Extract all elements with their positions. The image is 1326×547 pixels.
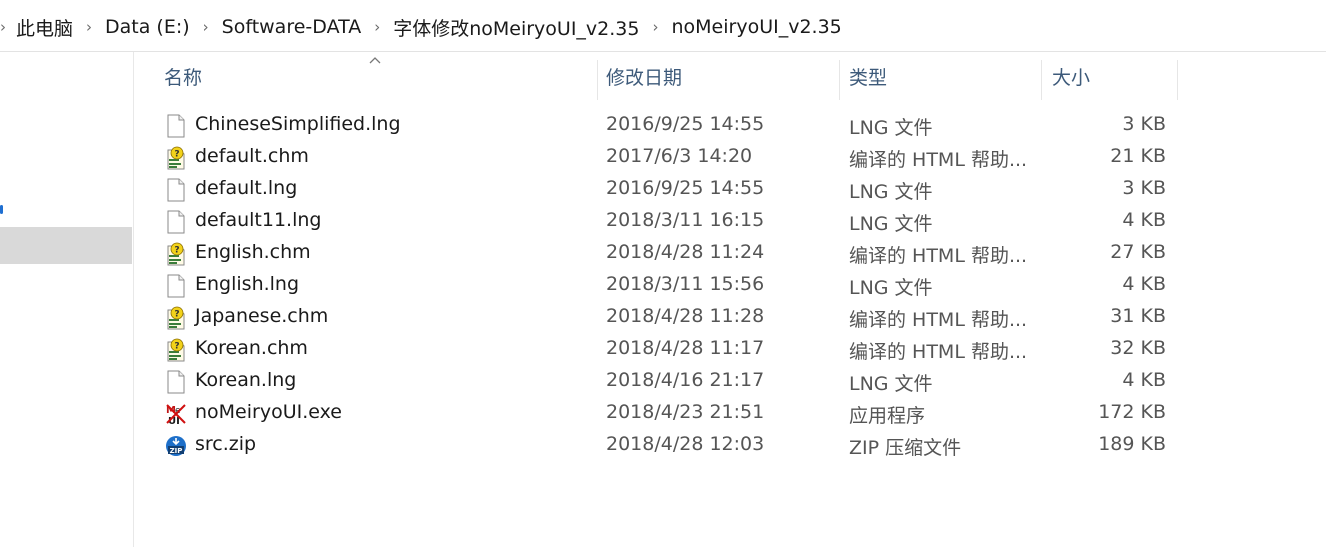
file-date-modified: 2018/4/23 21:51 xyxy=(606,401,765,423)
help-file-icon: ? xyxy=(165,146,187,170)
file-name[interactable]: default.chm xyxy=(195,145,309,167)
file-size: 31 KB xyxy=(1110,305,1166,327)
chevron-right-icon[interactable]: › xyxy=(642,18,670,36)
file-row[interactable]: default.lng 2016/9/25 14:55 LNG 文件 3 KB xyxy=(0,174,1326,206)
column-header-type[interactable]: 类型 xyxy=(849,52,1039,100)
address-bar: › 此电脑 › Data (E:) › Software-DATA › 字体修改… xyxy=(0,0,1326,52)
file-size: 32 KB xyxy=(1110,337,1166,359)
svg-text:?: ? xyxy=(174,342,179,352)
file-date-modified: 2018/3/11 16:15 xyxy=(606,209,765,231)
breadcrumb: › 此电脑 › Data (E:) › Software-DATA › 字体修改… xyxy=(0,14,844,40)
svg-text:ZIP: ZIP xyxy=(170,447,183,455)
file-type: LNG 文件 xyxy=(849,373,933,395)
column-header-name[interactable]: 名称 xyxy=(164,52,596,100)
column-divider[interactable] xyxy=(839,60,840,100)
file-row[interactable]: MeUI noMeiryoUI.exe 2018/4/23 21:51 应用程序 172… xyxy=(0,398,1326,430)
breadcrumb-item-parent-folder[interactable]: 字体修改noMeiryoUI_v2.35 xyxy=(391,14,641,41)
file-row[interactable]: ? Korean.chm 2018/4/28 11:17 编译的 HTML 帮助...… xyxy=(0,334,1326,366)
file-icon xyxy=(165,178,187,202)
column-divider[interactable] xyxy=(1177,60,1178,100)
file-name[interactable]: default.lng xyxy=(195,177,297,199)
chevron-right-icon[interactable]: › xyxy=(0,18,14,36)
help-file-icon: ? xyxy=(165,306,187,330)
svg-text:?: ? xyxy=(174,150,179,160)
file-type: 编译的 HTML 帮助... xyxy=(849,245,1028,267)
file-row[interactable]: default11.lng 2018/3/11 16:15 LNG 文件 4 KB xyxy=(0,206,1326,238)
file-name[interactable]: Japanese.chm xyxy=(195,305,328,327)
breadcrumb-item-drive[interactable]: Data (E:) xyxy=(103,16,192,38)
file-icon xyxy=(165,370,187,394)
file-size: 189 KB xyxy=(1098,433,1166,455)
file-list: ChineseSimplified.lng 2016/9/25 14:55 LNG … xyxy=(0,110,1326,462)
file-name[interactable]: English.chm xyxy=(195,241,311,263)
file-icon xyxy=(165,114,187,138)
file-row[interactable]: ? English.chm 2018/4/28 11:24 编译的 HTML 帮助..… xyxy=(0,238,1326,270)
file-date-modified: 2016/9/25 14:55 xyxy=(606,177,765,199)
file-icon xyxy=(165,274,187,298)
file-size: 3 KB xyxy=(1122,113,1166,135)
app-exe-icon: MeUI xyxy=(165,402,187,427)
zip-file-icon: ZIP xyxy=(165,434,187,458)
file-date-modified: 2018/4/28 11:17 xyxy=(606,337,765,359)
breadcrumb-item-this-pc[interactable]: 此电脑 xyxy=(14,14,75,41)
help-file-icon: ? xyxy=(165,242,187,266)
chevron-right-icon[interactable]: › xyxy=(75,18,103,36)
file-name[interactable]: English.lng xyxy=(195,273,299,295)
file-type: LNG 文件 xyxy=(849,117,933,139)
help-file-icon: ? xyxy=(165,338,187,362)
file-name[interactable]: noMeiryoUI.exe xyxy=(195,401,342,423)
file-date-modified: 2018/3/11 15:56 xyxy=(606,273,765,295)
svg-text:?: ? xyxy=(174,310,179,320)
file-row[interactable]: ZIP src.zip 2018/4/28 12:03 ZIP 压缩文件 189 KB xyxy=(0,430,1326,462)
breadcrumb-item-software-data[interactable]: Software-DATA xyxy=(220,16,364,38)
file-type: LNG 文件 xyxy=(849,181,933,203)
chevron-right-icon[interactable]: › xyxy=(363,18,391,36)
file-size: 21 KB xyxy=(1110,145,1166,167)
file-type: 应用程序 xyxy=(849,405,926,427)
file-type: 编译的 HTML 帮助... xyxy=(849,341,1028,363)
file-date-modified: 2018/4/16 21:17 xyxy=(606,369,765,391)
file-type: LNG 文件 xyxy=(849,277,933,299)
file-size: 172 KB xyxy=(1098,401,1166,423)
file-size: 27 KB xyxy=(1110,241,1166,263)
column-divider[interactable] xyxy=(597,60,598,100)
file-date-modified: 2016/9/25 14:55 xyxy=(606,113,765,135)
file-row[interactable]: Korean.lng 2018/4/16 21:17 LNG 文件 4 KB xyxy=(0,366,1326,398)
svg-text:?: ? xyxy=(174,246,179,256)
file-size: 4 KB xyxy=(1122,209,1166,231)
file-date-modified: 2018/4/28 12:03 xyxy=(606,433,765,455)
file-row[interactable]: ? default.chm 2017/6/3 14:20 编译的 HTML 帮助...… xyxy=(0,142,1326,174)
file-name[interactable]: ChineseSimplified.lng xyxy=(195,113,401,135)
file-name[interactable]: Korean.chm xyxy=(195,337,308,359)
file-name[interactable]: default11.lng xyxy=(195,209,321,231)
file-type: 编译的 HTML 帮助... xyxy=(849,149,1028,171)
file-type: 编译的 HTML 帮助... xyxy=(849,309,1028,331)
file-size: 4 KB xyxy=(1122,273,1166,295)
chevron-right-icon[interactable]: › xyxy=(192,18,220,36)
file-row[interactable]: ? Japanese.chm 2018/4/28 11:28 编译的 HTML 帮助.… xyxy=(0,302,1326,334)
file-name[interactable]: Korean.lng xyxy=(195,369,296,391)
file-row[interactable]: English.lng 2018/3/11 15:56 LNG 文件 4 KB xyxy=(0,270,1326,302)
column-header-date-modified[interactable]: 修改日期 xyxy=(606,52,839,100)
file-date-modified: 2017/6/3 14:20 xyxy=(606,145,753,167)
file-date-modified: 2018/4/28 11:24 xyxy=(606,241,765,263)
file-size: 3 KB xyxy=(1122,177,1166,199)
column-header-size[interactable]: 大小 xyxy=(1052,52,1176,100)
file-type: LNG 文件 xyxy=(849,213,933,235)
file-size: 4 KB xyxy=(1122,369,1166,391)
file-type: ZIP 压缩文件 xyxy=(849,437,962,459)
file-date-modified: 2018/4/28 11:28 xyxy=(606,305,765,327)
file-name[interactable]: src.zip xyxy=(195,433,256,455)
file-icon xyxy=(165,210,187,234)
breadcrumb-item-current-folder[interactable]: noMeiryoUI_v2.35 xyxy=(670,16,844,38)
file-row[interactable]: ChineseSimplified.lng 2016/9/25 14:55 LNG … xyxy=(0,110,1326,142)
column-divider[interactable] xyxy=(1041,60,1042,100)
